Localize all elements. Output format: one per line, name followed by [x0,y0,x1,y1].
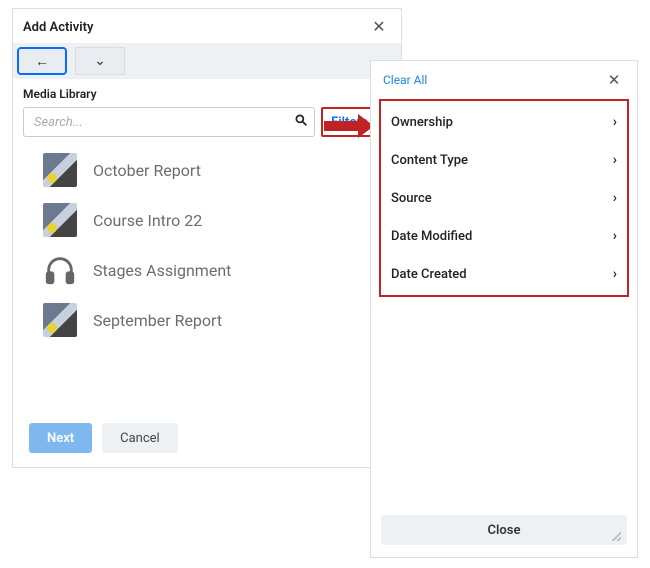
chevron-right-icon: › [613,152,617,168]
filter-label: Ownership [391,115,453,130]
filters-panel: Clear All ✕ Ownership › Content Type › S… [370,60,638,558]
filters-footer: Close [371,507,637,557]
dialog-header: Add Activity ✕ [13,9,401,43]
filter-label: Date Modified [391,229,472,244]
dialog-title: Add Activity [23,20,93,35]
resize-grip-icon[interactable] [609,529,621,541]
chevron-right-icon: › [613,266,617,282]
filter-row-ownership[interactable]: Ownership › [385,103,623,141]
search-icon[interactable] [294,113,308,131]
filter-label: Source [391,191,432,206]
toolbar-dropdown[interactable]: ⌄ [75,47,125,75]
arrow-right-icon [324,111,374,139]
media-title: Stages Assignment [93,261,231,280]
media-title: September Report [93,311,222,330]
filter-row-content-type[interactable]: Content Type › [385,141,623,179]
dialog-footer: Next Cancel [13,413,401,467]
chevron-right-icon: › [613,190,617,206]
media-thumbnail-icon [43,303,77,337]
dialog-toolbar: ← ⌄ [13,43,401,79]
arrow-left-icon: ← [35,53,49,70]
close-icon[interactable]: ✕ [603,71,625,89]
media-thumbnail-icon [43,153,77,187]
search-box[interactable] [23,107,315,137]
add-activity-dialog: Add Activity ✕ ← ⌄ Media Library Filters… [12,8,402,468]
clear-all-button[interactable]: Clear All [383,73,427,87]
filters-categories: Ownership › Content Type › Source › Date… [379,99,629,297]
filter-row-date-modified[interactable]: Date Modified › [385,217,623,255]
list-item[interactable]: Course Intro 22 [43,195,391,245]
filter-label: Date Created [391,267,467,282]
section-label: Media Library [13,79,401,107]
search-input[interactable] [34,115,294,130]
close-icon[interactable]: ✕ [367,15,391,39]
media-list: October Report Course Intro 22 Stages As… [13,145,401,413]
media-title: October Report [93,161,201,180]
filter-row-source[interactable]: Source › [385,179,623,217]
cancel-button[interactable]: Cancel [102,423,178,453]
headphones-icon [43,253,77,287]
list-item[interactable]: October Report [43,145,391,195]
media-title: Course Intro 22 [93,211,202,230]
media-thumbnail-icon [43,203,77,237]
chevron-right-icon: › [613,228,617,244]
back-button[interactable]: ← [17,47,67,75]
close-button[interactable]: Close [381,515,627,545]
close-button-label: Close [488,523,521,538]
next-button[interactable]: Next [29,423,92,453]
filter-label: Content Type [391,153,468,168]
filter-row-date-created[interactable]: Date Created › [385,255,623,293]
list-item[interactable]: September Report [43,295,391,345]
list-item[interactable]: Stages Assignment [43,245,391,295]
filters-header: Clear All ✕ [371,61,637,99]
chevron-down-icon: ⌄ [94,53,106,69]
chevron-right-icon: › [613,114,617,130]
